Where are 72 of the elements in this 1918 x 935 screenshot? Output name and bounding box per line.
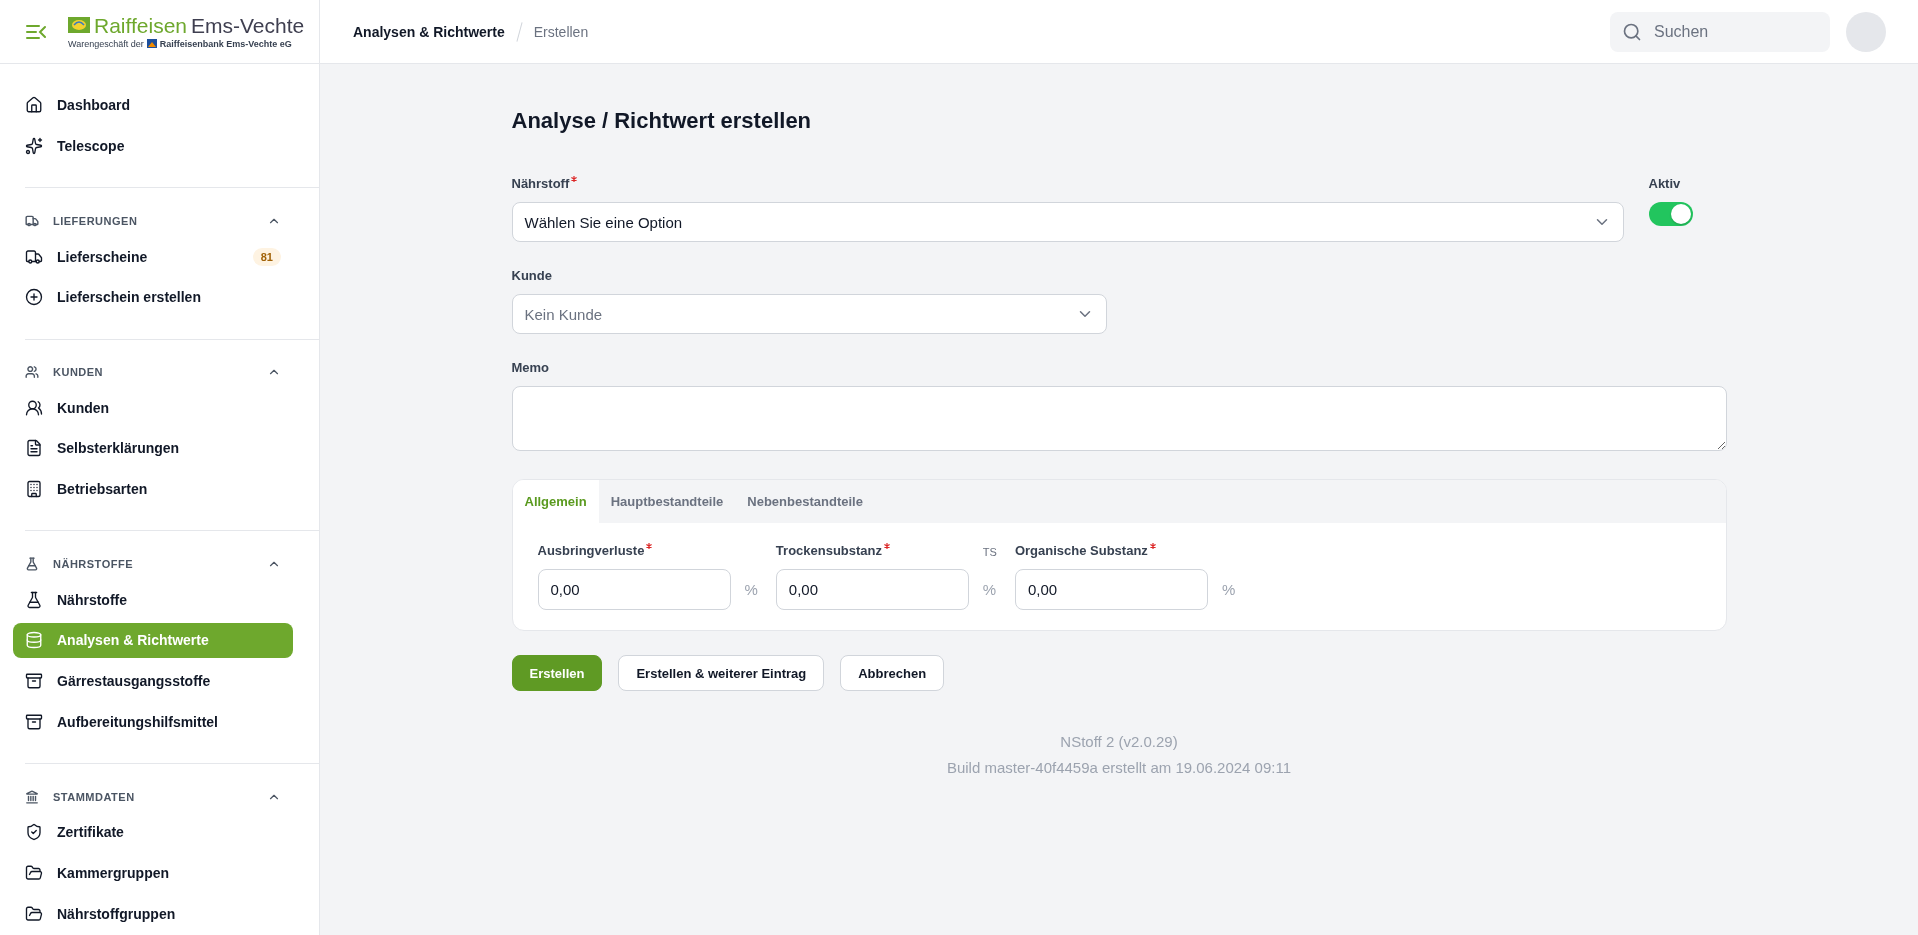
sparkles-icon xyxy=(25,137,43,155)
bank-logo-icon xyxy=(146,39,157,48)
breadcrumb-link[interactable]: Erstellen xyxy=(533,23,589,40)
field-label: Trockensubstanz xyxy=(775,543,883,558)
sidebar-item[interactable]: Aufbereitungshilfsmittel xyxy=(13,704,293,740)
shield-check-icon xyxy=(25,823,43,842)
action-button[interactable]: Abbrechen xyxy=(840,655,945,691)
sidebar-item[interactable]: Lieferscheine 81 xyxy=(13,239,293,274)
field-label: Memo xyxy=(511,360,550,375)
brand-name: Raiffeisen xyxy=(94,14,187,36)
field-hint: TS xyxy=(982,546,997,558)
count-badge: 81 xyxy=(252,247,281,266)
sidebar-item[interactable]: Nährstoffe xyxy=(13,582,293,618)
building-icon xyxy=(25,480,43,499)
number-field[interactable]: 0,00 xyxy=(775,569,969,610)
number-field[interactable]: 0,00 xyxy=(1014,569,1208,610)
plus-circle-icon xyxy=(25,288,43,307)
tab[interactable]: Hauptbestandteile xyxy=(598,480,736,523)
action-button[interactable]: Erstellen & weiterer Eintrag xyxy=(618,655,825,691)
collapse-menu-icon[interactable] xyxy=(26,24,46,39)
sidebar-group-header[interactable]: LIEFERUNGEN xyxy=(13,206,293,236)
sidebar-group-header[interactable]: KUNDEN xyxy=(13,357,293,387)
users-icon xyxy=(25,398,43,417)
search-icon xyxy=(1622,22,1642,42)
number-field[interactable]: 0,00 xyxy=(537,569,731,610)
breadcrumb-link[interactable]: Analysen & Richtwerte xyxy=(353,23,505,40)
sidebar-item[interactable]: Kunden xyxy=(13,390,293,426)
memo-field[interactable] xyxy=(511,386,1727,451)
search-field[interactable]: Suchen xyxy=(1610,12,1830,52)
truck-icon xyxy=(25,213,39,228)
unit-label: % xyxy=(744,581,758,598)
field-label: Ausbringverluste xyxy=(537,543,645,558)
field-label: Nährstoff xyxy=(511,176,570,191)
tab[interactable]: Nebenbestandteile xyxy=(735,480,875,523)
version-text: NStoff 2 (v2.0.29) xyxy=(1060,733,1178,750)
sidebar-item[interactable]: Telescope xyxy=(13,128,293,164)
field-label: Kunde xyxy=(511,268,552,283)
page-title: Analyse / Richtwert erstellen xyxy=(511,108,813,134)
sidebar-item[interactable]: Betriebsarten xyxy=(13,471,293,507)
archive-icon xyxy=(25,712,43,731)
field-label: Organische Substanz xyxy=(1014,543,1148,558)
document-icon xyxy=(25,439,43,458)
field-label: Aktiv xyxy=(1648,176,1681,191)
sidebar-item[interactable]: Gärrestausgangsstoffe xyxy=(13,663,293,699)
database-icon xyxy=(25,631,43,650)
logo-icon xyxy=(68,17,90,33)
bank-name: Raiffeisenbank Ems-Vechte eG xyxy=(159,38,292,49)
customer-select[interactable]: Kein Kunde xyxy=(511,294,1107,334)
folder-icon xyxy=(25,904,43,923)
flask-icon xyxy=(25,590,43,609)
sidebar-item[interactable]: Dashboard xyxy=(13,88,293,123)
unit-label: % xyxy=(1221,581,1236,598)
unit-label: % xyxy=(982,581,997,598)
sidebar-item[interactable]: Selbsterklärungen xyxy=(13,431,293,466)
build-text: Build master-40f4459a erstellt am 19.06.2024 09:11 xyxy=(946,759,1292,776)
nutrient-select[interactable]: Wählen Sie eine Option xyxy=(511,202,1624,242)
building-icon xyxy=(25,789,39,804)
users-icon xyxy=(25,365,39,379)
folder-icon xyxy=(25,863,43,882)
flask-icon xyxy=(25,556,39,571)
brand-tagline: Warengeschäft der xyxy=(68,38,144,49)
sidebar-group-header[interactable]: NÄHRSTOFFE xyxy=(13,549,293,579)
truck-icon xyxy=(25,247,43,266)
sidebar-item[interactable]: Lieferschein erstellen xyxy=(13,279,293,315)
sidebar-group-header[interactable]: STAMMDATEN xyxy=(13,782,293,811)
house-icon xyxy=(25,96,43,115)
brand-name: Ems-Vechte xyxy=(191,14,305,36)
sidebar-item[interactable]: Kammergruppen xyxy=(13,855,293,891)
archive-icon xyxy=(25,672,43,691)
sidebar-item[interactable]: Nährstoffgruppen xyxy=(13,896,293,931)
sidebar-item[interactable]: Zertifikate xyxy=(13,814,293,850)
active-toggle[interactable] xyxy=(1648,202,1693,226)
